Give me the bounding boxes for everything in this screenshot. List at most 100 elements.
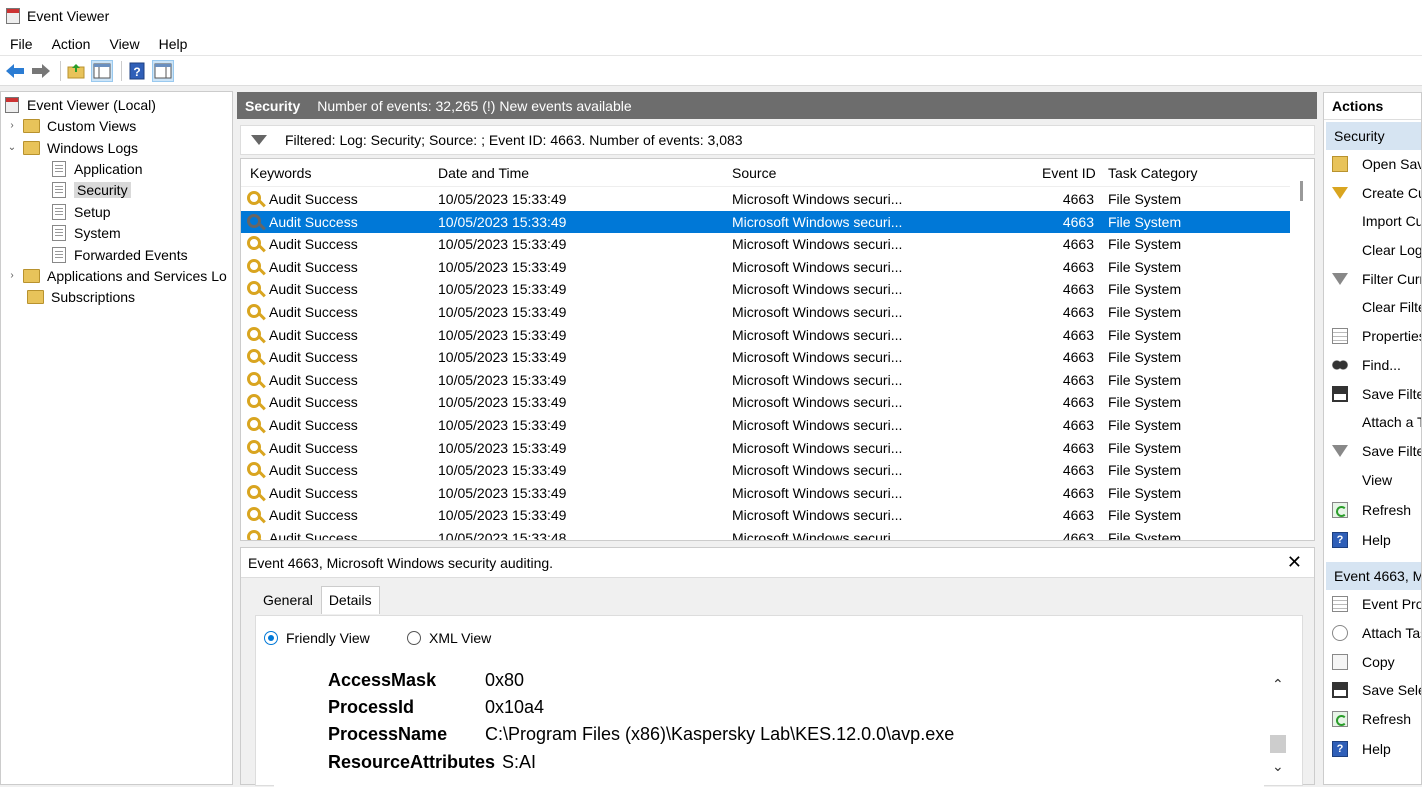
xml-view-radio[interactable]: XML View [407, 630, 491, 646]
chevron-down-icon[interactable]: ⌄ [1272, 758, 1284, 775]
menu-help[interactable]: Help [149, 36, 197, 52]
chevron-up-icon[interactable]: ⌃ [1272, 676, 1284, 693]
chevron-right-icon[interactable]: › [7, 120, 17, 131]
action-clear-log[interactable]: Clear Log [1324, 236, 1421, 264]
cell-task-category: File System [1108, 439, 1182, 456]
scrollbar-thumb[interactable] [1270, 735, 1286, 753]
tab-details[interactable]: Details [320, 586, 380, 614]
event-viewer-icon [5, 96, 19, 113]
action-event-properties[interactable]: Event Pro [1324, 590, 1421, 618]
table-row[interactable]: Audit Success 10/05/2023 15:33:49 Microsof… [241, 459, 1291, 482]
cell-date: 10/05/2023 15:33:49 [438, 462, 567, 479]
action-view[interactable]: View [1324, 466, 1421, 494]
action-help[interactable]: ? Help [1324, 526, 1421, 554]
tree-item-subscriptions[interactable]: Subscriptions [27, 286, 135, 307]
tree-item-application[interactable]: Application [52, 158, 143, 179]
cell-keywords: Audit Success [269, 349, 358, 366]
audit-success-key-icon [247, 304, 261, 318]
tree-item-apps-services[interactable]: › Applications and Services Lo [7, 265, 226, 286]
action-filter-current-log[interactable]: Filter Curr [1324, 265, 1421, 293]
tree-item-label: Windows Logs [47, 139, 139, 156]
actions-section-security[interactable]: Security [1326, 122, 1421, 150]
action-save-selected-events[interactable]: Save Selec [1324, 676, 1421, 704]
action-open-saved-log[interactable]: Open Sav [1324, 150, 1421, 178]
table-row[interactable]: Audit Success 10/05/2023 15:33:49 Microsof… [241, 301, 1291, 324]
menu-action[interactable]: Action [42, 36, 100, 52]
action-label: Save Selec [1362, 682, 1421, 698]
menu-view[interactable]: View [99, 36, 148, 52]
field-value: S:AI [502, 752, 537, 772]
tree-item-root[interactable]: Event Viewer (Local) [5, 94, 156, 115]
column-header-date[interactable]: Date and Time [438, 165, 529, 181]
column-header-task-category[interactable]: Task Category [1108, 165, 1197, 181]
tab-general[interactable]: General [255, 586, 321, 614]
action-create-custom-view[interactable]: Create Cu [1324, 179, 1421, 207]
cell-event-id: 4663 [1062, 326, 1094, 343]
action-find[interactable]: Find... [1324, 351, 1421, 379]
action-save-filter-to-custom-view[interactable]: Save Filter [1324, 437, 1421, 465]
action-properties[interactable]: Properties [1324, 322, 1421, 350]
tree-item-security[interactable]: Security [52, 179, 131, 200]
table-row[interactable]: Audit Success 10/05/2023 15:33:49 Microsof… [241, 188, 1291, 211]
show-hide-action-pane-icon[interactable] [152, 59, 174, 82]
table-row[interactable]: Audit Success 10/05/2023 15:33:49 Microsof… [241, 414, 1291, 437]
table-row[interactable]: Audit Success 10/05/2023 15:33:49 Microsof… [241, 210, 1291, 234]
tree-item-custom-views[interactable]: › Custom Views [7, 115, 136, 136]
help-icon[interactable]: ? [126, 60, 148, 82]
table-row[interactable]: Audit Success 10/05/2023 15:33:49 Microsof… [241, 324, 1291, 347]
column-header-event-id[interactable]: Event ID [1042, 165, 1096, 181]
back-arrow-icon[interactable] [4, 60, 26, 82]
log-header: Security Number of events: 32,265 (!) Ne… [237, 92, 1317, 119]
table-row[interactable]: Audit Success 10/05/2023 15:33:49 Microsof… [241, 369, 1291, 392]
forward-arrow-icon[interactable] [30, 60, 52, 82]
action-attach-task[interactable]: Attach a T [1324, 408, 1421, 436]
close-icon[interactable]: ✕ [1287, 552, 1302, 573]
radio-unselected-icon [407, 631, 421, 645]
table-row[interactable]: Audit Success 10/05/2023 15:33:49 Microsof… [241, 278, 1291, 301]
cell-date: 10/05/2023 15:33:49 [438, 394, 567, 411]
detail-scrollbar[interactable]: ⌃ ⌄ [1266, 660, 1290, 787]
column-header-source[interactable]: Source [732, 165, 776, 181]
actions-section-event[interactable]: Event 4663, Mi [1326, 562, 1421, 590]
folder-icon [23, 268, 40, 283]
action-label: View [1362, 472, 1393, 488]
action-refresh[interactable]: Refresh [1324, 705, 1421, 733]
cell-keywords: Audit Success [269, 462, 358, 479]
show-hide-console-tree-icon[interactable] [91, 59, 113, 82]
tree-item-system[interactable]: System [52, 222, 121, 243]
table-row[interactable]: Audit Success 10/05/2023 15:33:49 Microsof… [241, 504, 1291, 527]
action-label: Help [1362, 532, 1391, 548]
properties-icon [1332, 596, 1348, 612]
cell-keywords: Audit Success [269, 326, 358, 343]
action-import-custom-view[interactable]: Import Cu [1324, 207, 1421, 235]
up-folder-icon[interactable] [65, 60, 87, 82]
cell-event-id: 4663 [1062, 213, 1094, 230]
events-grid: Keywords Date and Time Source Event ID T… [240, 158, 1315, 541]
tree-item-setup[interactable]: Setup [52, 201, 111, 222]
table-row[interactable]: Audit Success 10/05/2023 15:33:49 Microsof… [241, 482, 1291, 505]
column-header-keywords[interactable]: Keywords [250, 165, 311, 181]
action-help[interactable]: ? Help [1324, 735, 1421, 763]
table-row[interactable]: Audit Success 10/05/2023 15:33:49 Microsof… [241, 256, 1291, 279]
action-clear-filter[interactable]: Clear Filte [1324, 293, 1421, 321]
action-attach-task-to-event[interactable]: Attach Tas [1324, 619, 1421, 647]
action-label: Find... [1362, 357, 1401, 373]
chevron-down-icon[interactable]: ⌄ [7, 142, 17, 153]
chevron-right-icon[interactable]: › [7, 270, 17, 281]
tree-item-forwarded-events[interactable]: Forwarded Events [52, 244, 188, 265]
grid-scrollbar[interactable] [1290, 159, 1314, 540]
action-refresh[interactable]: Refresh [1324, 496, 1421, 524]
table-row[interactable]: Audit Success 10/05/2023 15:33:49 Microsof… [241, 346, 1291, 369]
table-row[interactable]: Audit Success 10/05/2023 15:33:48 Microsof… [241, 527, 1291, 540]
scrollbar-thumb[interactable] [1300, 181, 1303, 201]
cell-event-id: 4663 [1062, 304, 1094, 320]
action-copy[interactable]: Copy [1324, 648, 1421, 676]
field-value: 0x80 [485, 670, 525, 690]
friendly-view-radio[interactable]: Friendly View [264, 630, 370, 646]
table-row[interactable]: Audit Success 10/05/2023 15:33:49 Microsof… [241, 233, 1291, 256]
tree-item-windows-logs[interactable]: ⌄ Windows Logs [7, 137, 138, 158]
table-row[interactable]: Audit Success 10/05/2023 15:33:49 Microsof… [241, 437, 1291, 460]
action-save-filtered-log[interactable]: Save Filter [1324, 380, 1421, 408]
table-row[interactable]: Audit Success 10/05/2023 15:33:49 Microsof… [241, 391, 1291, 414]
menu-file[interactable]: File [0, 36, 42, 52]
